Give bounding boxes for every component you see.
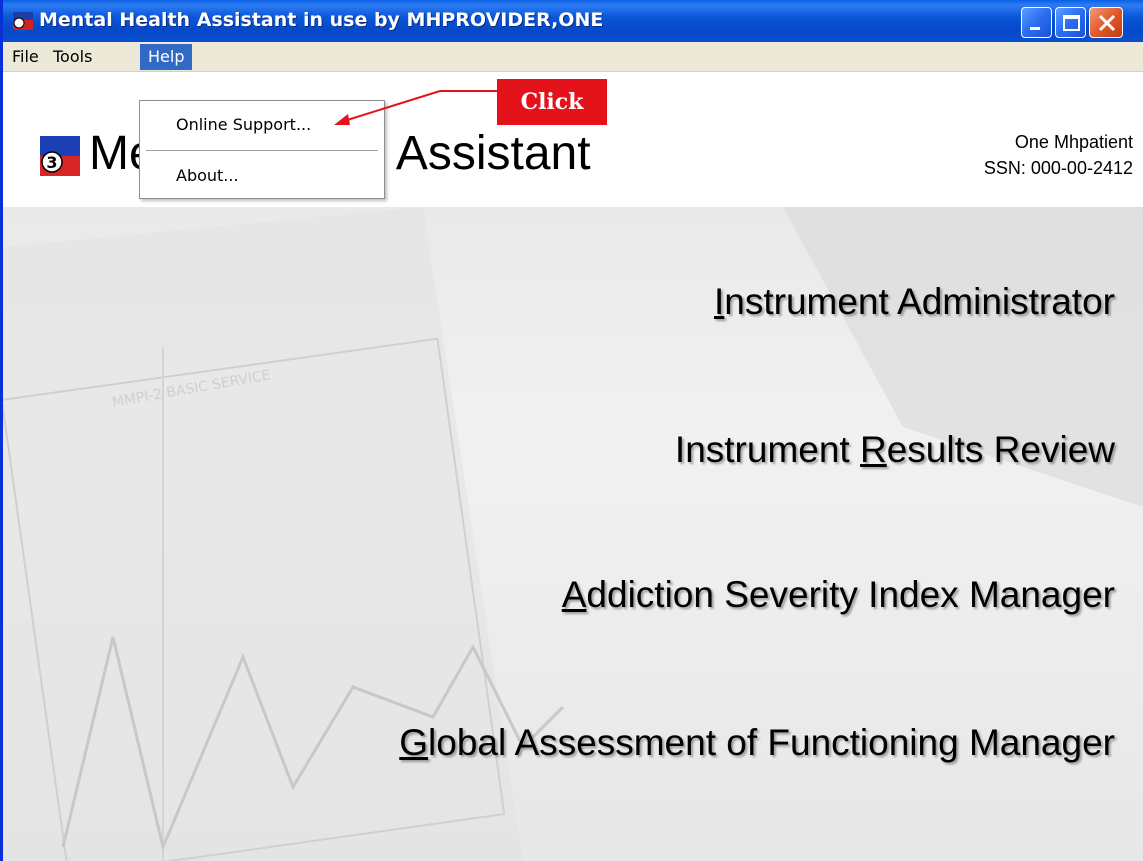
menu-help[interactable]: Help: [140, 44, 193, 70]
maximize-button[interactable]: [1055, 7, 1086, 38]
maximize-icon: [1063, 15, 1080, 31]
menu-bar: File Tools Help: [3, 42, 1143, 72]
menu-file[interactable]: File: [7, 46, 44, 68]
minimize-button[interactable]: [1021, 7, 1052, 38]
app-icon: [13, 12, 33, 30]
mha-logo-icon: 3: [40, 136, 80, 176]
click-annotation-badge: Click: [497, 79, 607, 125]
window-title: Mental Health Assistant in use by MHPROV…: [39, 9, 604, 31]
nav-instrument-administrator[interactable]: Instrument Administrator: [714, 281, 1115, 323]
nav-global-assessment-of-functioning-manager[interactable]: Global Assessment of Functioning Manager: [399, 722, 1115, 764]
nav-instrument-results-review[interactable]: Instrument Results Review: [675, 429, 1115, 471]
close-icon: [1098, 14, 1116, 32]
patient-ssn: SSN: 000-00-2412: [983, 158, 1133, 178]
menu-tools[interactable]: Tools: [48, 46, 97, 68]
menu-separator: [146, 150, 378, 151]
minimize-icon: [1030, 27, 1040, 30]
patient-name: One Mhpatient: [1014, 132, 1133, 152]
close-button[interactable]: [1089, 7, 1123, 38]
menu-item-about[interactable]: About...: [140, 160, 384, 192]
annotation-arrow-icon: [334, 90, 497, 125]
svg-text:3: 3: [46, 153, 57, 172]
nav-addiction-severity-index-manager[interactable]: Addiction Severity Index Manager: [562, 574, 1115, 616]
title-bar[interactable]: Mental Health Assistant in use by MHPROV…: [0, 0, 1143, 42]
